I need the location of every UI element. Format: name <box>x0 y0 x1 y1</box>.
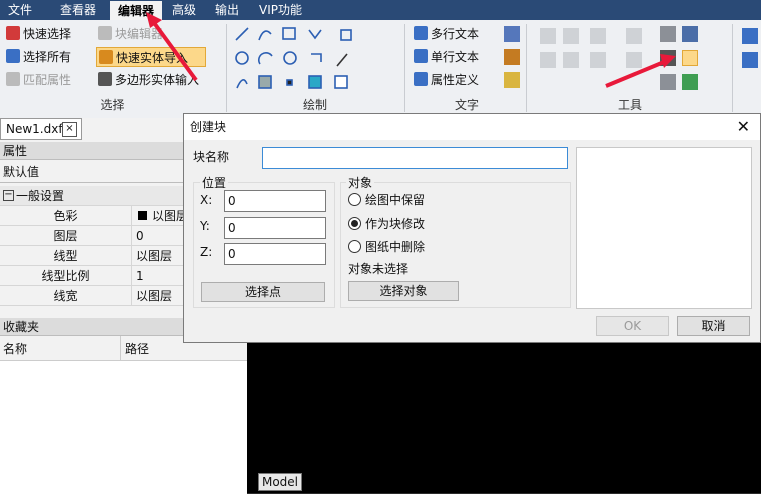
arrow-to-create-block <box>605 60 665 88</box>
annotation-arrows <box>146 12 676 88</box>
arrow-to-editor-menu <box>150 18 198 82</box>
